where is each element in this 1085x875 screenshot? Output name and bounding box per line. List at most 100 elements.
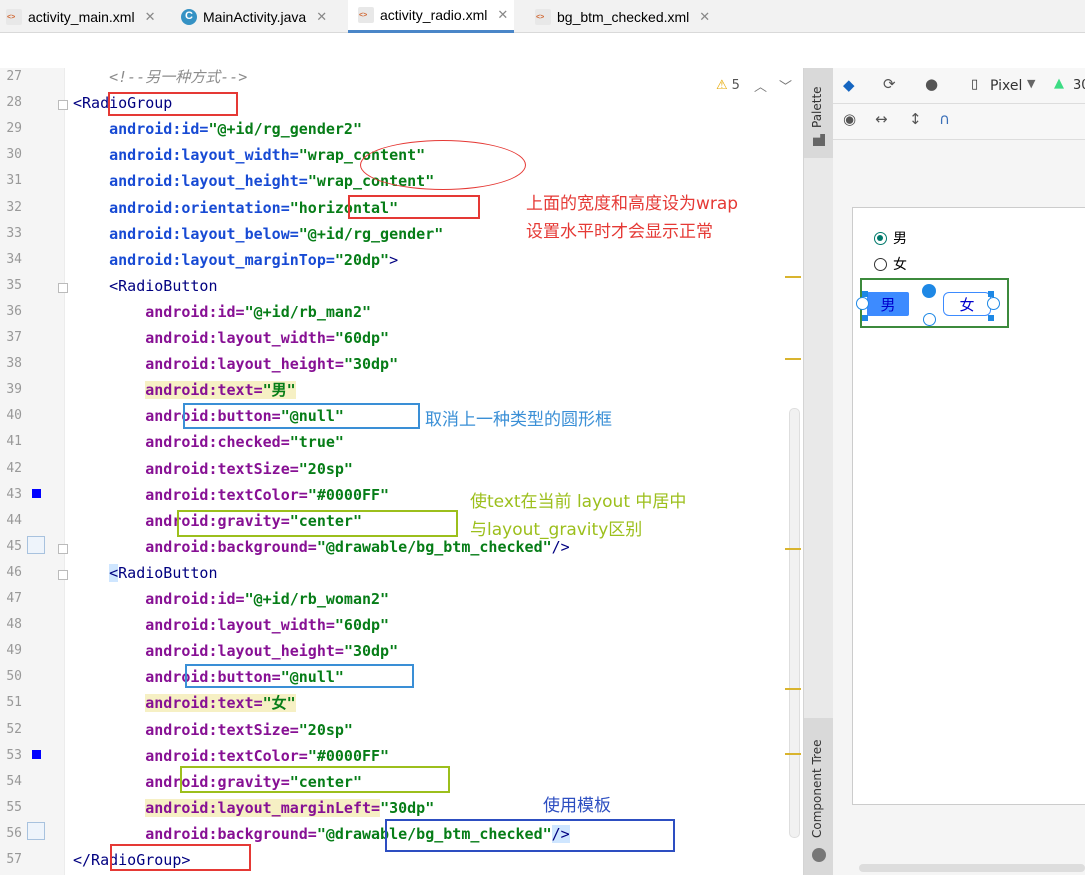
code-token: < — [109, 563, 119, 582]
warning-stripe[interactable] — [785, 688, 801, 690]
code-line[interactable]: android:id="@+id/rb_man2" — [73, 301, 371, 327]
code-token: android:id= — [73, 590, 245, 608]
fold-marker-icon[interactable] — [58, 282, 68, 293]
line-number: 29 — [6, 121, 22, 137]
code-line[interactable]: android:text="女" — [73, 692, 296, 718]
vertical-arrows-icon[interactable]: ↕ — [909, 110, 922, 128]
code-token: "20sp" — [298, 459, 353, 478]
editor-scrollbar[interactable] — [789, 408, 800, 838]
code-token: RadioButton — [118, 563, 218, 582]
code-line[interactable]: android:id="@+id/rb_woman2" — [73, 588, 389, 614]
layers-icon[interactable]: ◆ — [843, 76, 855, 94]
corner-handle[interactable] — [862, 315, 868, 321]
tab-activity-main[interactable]: activity_main.xml ✕ — [6, 0, 156, 33]
code-line[interactable]: android:layout_height="30dp" — [73, 640, 398, 666]
drawable-preview-icon[interactable] — [27, 536, 45, 554]
line-number: 45 — [6, 538, 22, 554]
code-line[interactable]: android:checked="true" — [73, 431, 344, 457]
orientation-icon[interactable]: ⟳ — [883, 75, 896, 93]
warning-stripe[interactable] — [785, 548, 801, 550]
magnet-icon[interactable]: ∩ — [939, 110, 950, 128]
code-token: < — [73, 94, 83, 113]
code-line[interactable]: <RadioButton — [73, 562, 218, 588]
xml-file-icon — [6, 8, 22, 25]
preview-button-woman[interactable]: 女 — [943, 292, 991, 316]
palette-tab[interactable]: Palette — [804, 68, 834, 158]
phone-icon[interactable]: ▯ — [971, 77, 978, 92]
close-icon[interactable]: ✕ — [497, 7, 508, 23]
warning-stripe[interactable] — [785, 753, 801, 755]
code-line[interactable]: android:layout_width="60dp" — [73, 614, 389, 640]
annotation-box-radiogroup-close — [110, 844, 251, 871]
warning-stripe[interactable] — [785, 276, 801, 278]
code-token: "@+id/rb_woman2" — [244, 590, 390, 608]
chevron-down-icon[interactable]: ﹀ — [779, 76, 792, 95]
corner-handle[interactable] — [988, 315, 994, 321]
line-number: 40 — [6, 408, 22, 424]
annotation-box-radiogroup-open — [108, 92, 238, 116]
code-token: "@drawable/bg_btm_checked" — [316, 537, 552, 556]
device-selector[interactable]: Pixel — [990, 78, 1022, 94]
horizontal-arrows-icon[interactable]: ↔ — [875, 110, 888, 128]
code-token: android:background= — [73, 537, 317, 556]
code-line[interactable]: android:textSize="20sp" — [73, 719, 353, 745]
fold-marker-icon[interactable] — [58, 543, 68, 554]
inspection-widget[interactable]: ⚠ 5 ︿ ﹀ — [716, 76, 792, 95]
close-icon[interactable]: ✕ — [316, 9, 327, 25]
eye-icon[interactable]: ◉ — [843, 110, 856, 128]
code-token: android:orientation= — [73, 198, 290, 217]
code-token: "60dp" — [334, 329, 390, 347]
annotation-note: 与layout_gravity区别 — [470, 520, 643, 540]
code-editor[interactable]: 27 <!--另一种方式--> 28 <RadioGroup 29 android:i… — [0, 68, 803, 875]
code-line[interactable]: <!--另一种方式--> — [73, 66, 247, 92]
resize-handle-right[interactable] — [987, 297, 1000, 310]
warning-stripe[interactable] — [785, 358, 801, 360]
api-level[interactable]: 30 — [1073, 78, 1085, 93]
design-toolbar-top: ◆ ⟳ ● ▯ Pixel ▼ ▲ 30 — [833, 68, 1085, 104]
line-number: 54 — [6, 773, 22, 789]
preview-button-man[interactable]: 男 — [867, 292, 909, 316]
code-line[interactable]: android:layout_height="30dp" — [73, 353, 398, 379]
design-hscrollbar[interactable] — [859, 864, 1085, 872]
chevron-up-icon[interactable]: ︿ — [754, 76, 767, 95]
fold-marker-icon[interactable] — [58, 100, 68, 111]
code-line[interactable]: android:layout_below="@+id/rg_gender" — [73, 223, 443, 249]
tab-activity-radio[interactable]: activity_radio.xml ✕ — [348, 0, 515, 33]
code-line[interactable]: <RadioButton — [73, 275, 218, 301]
code-line[interactable]: android:textColor="#0000FF" — [73, 484, 389, 510]
tab-bg-btm-checked[interactable]: bg_btm_checked.xml ✕ — [535, 0, 710, 33]
chevron-down-icon[interactable]: ▼ — [1027, 77, 1035, 90]
close-icon[interactable]: ✕ — [145, 9, 156, 25]
design-surface[interactable]: ◆ ⟳ ● ▯ Pixel ▼ ▲ 30 ◉ ↔ ↕ ∩ 男 女 男 女 — [833, 68, 1085, 875]
color-swatch-icon[interactable] — [32, 489, 41, 498]
line-number: 34 — [6, 251, 22, 267]
night-mode-icon[interactable]: ● — [925, 75, 938, 93]
color-swatch-icon[interactable] — [32, 750, 41, 759]
radio-button-man[interactable]: 男 — [874, 228, 907, 248]
code-token: android:text= — [145, 381, 263, 400]
corner-handle[interactable] — [988, 291, 994, 297]
code-token: <RadioButton — [73, 276, 218, 295]
corner-handle[interactable] — [862, 291, 868, 297]
resize-handle-top[interactable] — [922, 284, 936, 298]
code-line[interactable]: android:layout_marginTop="20dp"> — [73, 249, 398, 275]
resize-handle-bottom[interactable] — [923, 313, 936, 326]
resize-handle-left[interactable] — [856, 297, 869, 310]
code-line[interactable]: android:text="男" — [73, 379, 296, 405]
tab-main-activity[interactable]: MainActivity.java ✕ — [181, 0, 327, 33]
device-preview[interactable]: 男 女 男 女 — [852, 207, 1085, 805]
tab-label: bg_btm_checked.xml — [557, 8, 690, 25]
code-line[interactable]: android:textSize="20sp" — [73, 458, 353, 484]
radio-button-woman[interactable]: 女 — [874, 254, 907, 274]
code-line[interactable]: android:layout_width="60dp" — [73, 327, 389, 353]
drawable-preview-icon[interactable] — [27, 822, 45, 840]
fold-marker-icon[interactable] — [58, 569, 68, 580]
code-token: android:textSize= — [73, 720, 299, 739]
line-number: 52 — [6, 721, 22, 737]
code-token: android:id= — [73, 120, 209, 139]
code-line[interactable]: android:id="@+id/rg_gender2" — [73, 118, 362, 144]
close-icon[interactable]: ✕ — [699, 9, 710, 25]
code-line[interactable]: android:layout_marginLeft="30dp" — [73, 797, 434, 823]
component-tree-tab[interactable]: Component Tree — [804, 718, 834, 875]
